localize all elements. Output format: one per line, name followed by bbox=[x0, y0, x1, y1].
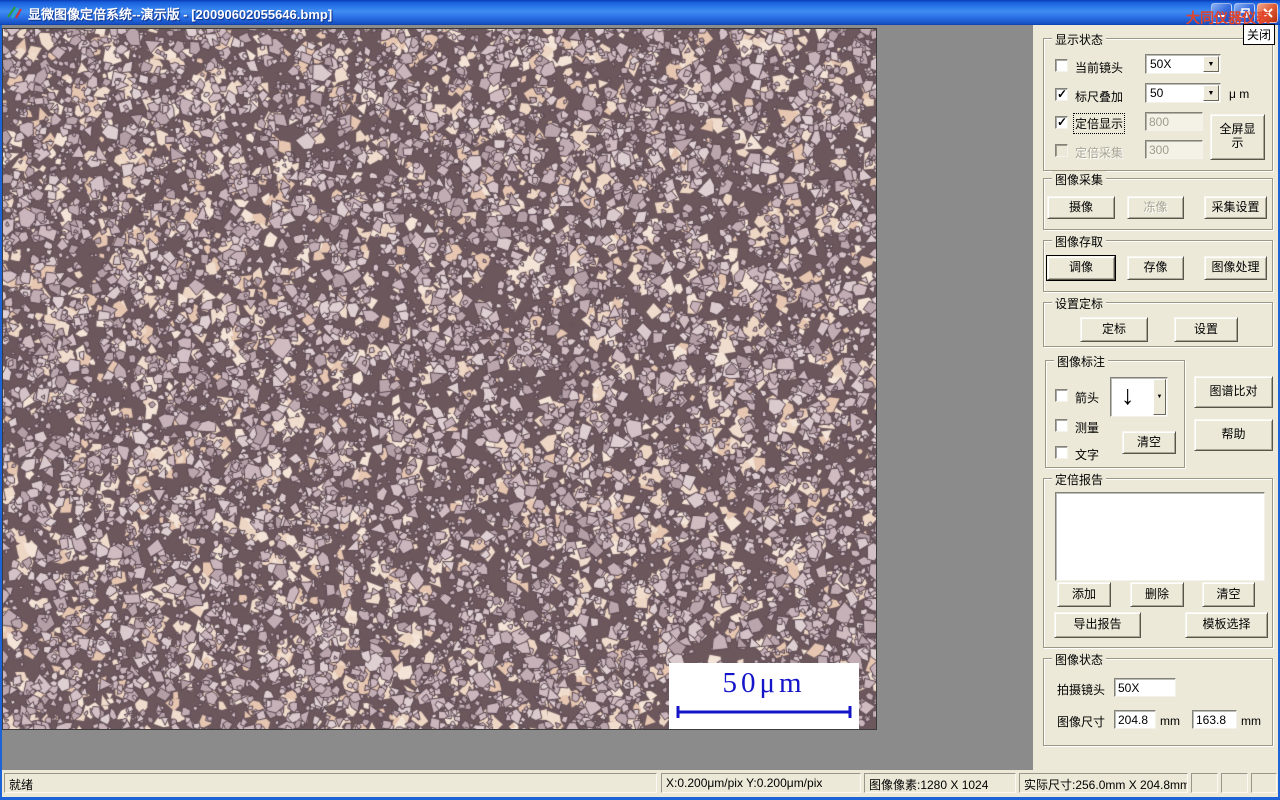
workspace: 50μm 显示状态 图像采集 图像存取 设置 定标 图像标注 定倍报告 图像状态 … bbox=[2, 25, 1278, 770]
image-height-input[interactable] bbox=[1192, 710, 1237, 729]
status-empty-panel bbox=[1221, 773, 1248, 793]
report-delete-button[interactable]: 删除 bbox=[1130, 582, 1184, 607]
group-title: 设置定标 bbox=[1052, 295, 1106, 312]
scale-overlay-label: 标尺叠加 bbox=[1075, 88, 1123, 105]
shoot-lens-label: 拍摄镜头 bbox=[1057, 681, 1105, 698]
calibrate-button[interactable]: 定标 bbox=[1080, 317, 1148, 342]
scale-value: 50 bbox=[1150, 86, 1163, 100]
fixed-capture-input bbox=[1145, 140, 1203, 159]
report-list[interactable] bbox=[1055, 492, 1265, 581]
fixed-display-input bbox=[1145, 112, 1203, 131]
current-lens-value: 50X bbox=[1150, 57, 1171, 71]
group-title: 图像存取 bbox=[1052, 233, 1106, 250]
export-report-button[interactable]: 导出报告 bbox=[1054, 612, 1141, 638]
group-calibration: 设置 定标 bbox=[1043, 302, 1273, 347]
shoot-lens-input[interactable] bbox=[1114, 678, 1176, 697]
chevron-down-icon[interactable]: ▼ bbox=[1153, 379, 1166, 415]
close-tooltip: 关闭 bbox=[1243, 24, 1275, 45]
scale-overlay-checkbox[interactable] bbox=[1055, 88, 1068, 101]
template-select-button[interactable]: 模板选择 bbox=[1185, 612, 1268, 638]
current-lens-checkbox[interactable] bbox=[1055, 59, 1068, 72]
status-empty-panel bbox=[1191, 773, 1218, 793]
group-title: 图像采集 bbox=[1052, 171, 1106, 188]
group-title: 显示状态 bbox=[1052, 31, 1106, 48]
statusbar: 就绪 X:0.200μm/pix Y:0.200μm/pix 图像像素:1280… bbox=[2, 770, 1278, 797]
load-image-button[interactable]: 调像 bbox=[1047, 256, 1115, 280]
image-width-input[interactable] bbox=[1114, 710, 1156, 729]
clear-annotation-button[interactable]: 清空 bbox=[1122, 431, 1176, 454]
group-image-status: 图像状态 bbox=[1043, 658, 1273, 746]
width-unit-label: mm bbox=[1160, 714, 1180, 728]
status-image-pixels: 图像像素:1280 X 1024 bbox=[864, 773, 1016, 793]
arrow-label: 箭头 bbox=[1075, 389, 1099, 406]
fixed-capture-label: 定倍采集 bbox=[1075, 144, 1123, 161]
image-process-button[interactable]: 图像处理 bbox=[1204, 256, 1267, 280]
scale-unit-label: μ m bbox=[1229, 87, 1249, 101]
report-clear-button[interactable]: 清空 bbox=[1202, 582, 1255, 607]
status-empty-panel bbox=[1251, 773, 1277, 793]
image-size-label: 图像尺寸 bbox=[1057, 713, 1105, 730]
fixed-capture-checkbox bbox=[1055, 144, 1068, 157]
status-ready: 就绪 bbox=[4, 773, 657, 793]
status-actual-size: 实际尺寸:256.0mm X 204.8mm bbox=[1019, 773, 1188, 793]
measure-checkbox[interactable] bbox=[1055, 419, 1068, 432]
height-unit-label: mm bbox=[1241, 714, 1261, 728]
report-add-button[interactable]: 添加 bbox=[1057, 582, 1111, 607]
help-button[interactable]: 帮助 bbox=[1194, 419, 1273, 451]
capture-settings-button[interactable]: 采集设置 bbox=[1204, 196, 1267, 219]
arrow-checkbox[interactable] bbox=[1055, 389, 1068, 402]
group-title: 定倍报告 bbox=[1052, 471, 1106, 488]
titlebar: 显微图像定倍系统--演示版 - [20090602055646.bmp] 大同仪… bbox=[0, 0, 1280, 25]
fixed-display-label: 定倍显示 bbox=[1075, 115, 1123, 132]
camera-button[interactable]: 摄像 bbox=[1047, 196, 1115, 219]
chevron-down-icon[interactable]: ▼ bbox=[1203, 85, 1219, 101]
app-icon bbox=[6, 4, 22, 20]
save-image-button[interactable]: 存像 bbox=[1127, 256, 1184, 280]
scale-bar-line bbox=[674, 705, 854, 719]
text-label: 文字 bbox=[1075, 446, 1099, 463]
fixed-display-checkbox[interactable] bbox=[1055, 116, 1068, 129]
scale-bar-overlay: 50μm bbox=[669, 663, 859, 729]
atlas-compare-button[interactable]: 图谱比对 bbox=[1194, 376, 1273, 408]
group-title: 图像标注 bbox=[1054, 353, 1108, 370]
fullscreen-button[interactable]: 全屏显示 bbox=[1210, 114, 1265, 160]
arrow-style-select[interactable]: ↓ ▼ bbox=[1110, 377, 1168, 417]
status-pixel-scale: X:0.200μm/pix Y:0.200μm/pix bbox=[661, 773, 861, 793]
freeze-button: 冻像 bbox=[1127, 196, 1184, 219]
down-arrow-icon: ↓ bbox=[1121, 380, 1135, 411]
current-lens-select[interactable]: 50X ▼ bbox=[1145, 54, 1221, 74]
micrograph-image bbox=[3, 29, 876, 729]
image-viewport: 50μm bbox=[2, 28, 877, 730]
scale-value-select[interactable]: 50 ▼ bbox=[1145, 83, 1221, 103]
control-panel: 显示状态 图像采集 图像存取 设置 定标 图像标注 定倍报告 图像状态 当前镜头 bbox=[1033, 25, 1278, 770]
setup-button[interactable]: 设置 bbox=[1174, 317, 1238, 342]
chevron-down-icon[interactable]: ▼ bbox=[1203, 56, 1219, 72]
app-window: 显微图像定倍系统--演示版 - [20090602055646.bmp] 大同仪… bbox=[0, 0, 1280, 800]
text-checkbox[interactable] bbox=[1055, 446, 1068, 459]
group-title: 图像状态 bbox=[1052, 651, 1106, 668]
scale-bar-label: 50μm bbox=[722, 663, 805, 703]
measure-label: 测量 bbox=[1075, 419, 1099, 436]
window-title: 显微图像定倍系统--演示版 - [20090602055646.bmp] bbox=[28, 4, 332, 23]
current-lens-label: 当前镜头 bbox=[1075, 59, 1123, 76]
